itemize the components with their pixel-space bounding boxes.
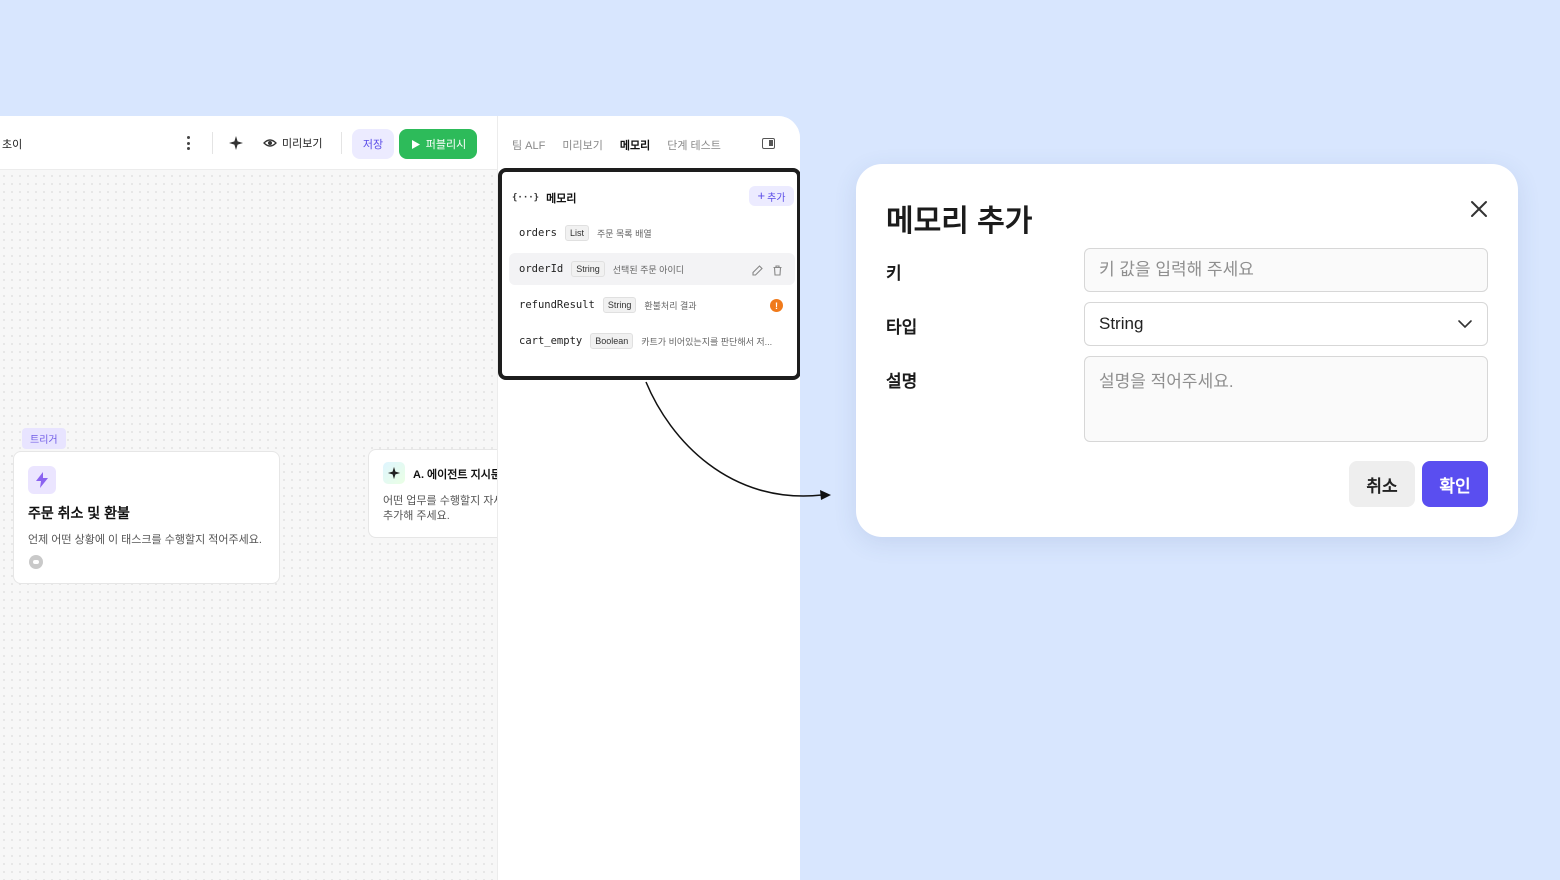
panel-tabs: 팀 ALF 미리보기 메모리 단계 테스트 [512,137,721,153]
memory-type-badge: String [571,261,605,277]
memory-header-label: 메모리 [546,193,577,205]
cancel-button[interactable]: 취소 [1349,461,1415,507]
memory-type-badge: Boolean [590,333,634,349]
key-label: 키 [886,264,902,283]
agent-card-description: 어떤 업무를 수행할지 자세히 추가해 주세요. [383,495,497,522]
workflow-title: 초이 [2,139,23,151]
chevron-down-icon [1458,320,1472,329]
memory-description: 환불처리 결과 [644,300,697,311]
dialog-title: 메모리 추가 [886,205,1033,238]
memory-row-actions [752,263,783,276]
warning-icon[interactable]: ! [770,299,783,312]
publish-button[interactable]: 퍼블리시 [399,129,477,159]
lightning-icon [28,466,56,494]
plus-icon: + [757,188,766,203]
trigger-card-description: 언제 어떤 상황에 이 태스크를 수행할지 적어주세요. [28,534,262,546]
play-icon [411,139,420,149]
memory-type-badge: List [564,225,589,241]
tab-step-test[interactable]: 단계 테스트 [667,137,721,153]
trash-icon[interactable] [772,263,783,276]
variable-icon: {···} [512,193,540,203]
tab-memory[interactable]: 메모리 [620,137,650,153]
preview-label: 미리보기 [282,138,323,150]
key-input[interactable] [1084,248,1488,292]
description-label: 설명 [886,372,918,391]
memory-item[interactable]: orderId String 선택된 주문 아이디 [509,253,795,285]
edit-icon[interactable] [752,263,763,276]
type-label: 타입 [886,318,918,337]
memory-item[interactable]: cart_empty Boolean 카트가 비어있는지를 판단해서 저... [509,325,795,357]
side-panel: 팀 ALF 미리보기 메모리 단계 테스트 {···} 메모리 + 추가 ord… [497,116,800,880]
type-selected-value: String [1099,314,1144,333]
trigger-card[interactable]: 주문 취소 및 환불 언제 어떤 상황에 이 태스크를 수행할지 적어주세요. [13,451,280,584]
agent-card[interactable]: A. 에이전트 지시문 어떤 업무를 수행할지 자세히 추가해 주세요. [368,449,497,538]
memory-item[interactable]: orders List 주문 목록 배열 [509,217,795,249]
memory-key: cart_empty [519,335,583,347]
sparkle-icon[interactable] [228,135,244,151]
close-icon[interactable] [1468,198,1490,220]
memory-list-card: {···} 메모리 + 추가 orders List 주문 목록 배열 orde… [498,168,800,380]
description-textarea[interactable] [1084,356,1488,442]
eye-icon [263,139,277,147]
memory-item[interactable]: refundResult String 환불처리 결과 ! [509,289,795,321]
tab-preview[interactable]: 미리보기 [562,137,602,153]
editor-toolbar: 초이 미리보기 저장 퍼블리시 [0,116,497,170]
editor-window: 초이 미리보기 저장 퍼블리시 트리거 주문 취소 및 환불 언제 어떤 상황에… [0,116,800,880]
save-button[interactable]: 저장 [352,129,394,159]
more-vertical-icon[interactable] [182,134,194,152]
memory-header: {···} 메모리 [512,190,576,206]
chat-icon [29,555,43,569]
add-memory-dialog: 메모리 추가 키 타입 String 설명 취소 확인 [856,164,1518,537]
memory-description: 카트가 비어있는지를 판단해서 저... [641,336,773,347]
sparkle-icon [383,462,405,484]
memory-key: orders [519,227,557,239]
tab-team-alf[interactable]: 팀 ALF [512,137,545,153]
trigger-card-title: 주문 취소 및 환불 [28,505,130,521]
memory-key: orderId [519,263,564,275]
agent-card-title: A. 에이전트 지시문 [413,469,497,481]
flow-canvas[interactable]: 초이 미리보기 저장 퍼블리시 트리거 주문 취소 및 환불 언제 어떤 상황에… [0,116,497,880]
memory-type-badge: String [602,297,637,313]
toolbar-divider [341,132,342,154]
toolbar-divider [212,132,213,154]
publish-label: 퍼블리시 [425,139,467,151]
preview-button[interactable]: 미리보기 [263,134,322,152]
add-memory-button[interactable]: + 추가 [749,186,794,206]
add-memory-label: 추가 [767,192,786,204]
panel-toggle-icon[interactable] [762,138,775,149]
trigger-tag: 트리거 [22,428,66,449]
confirm-button[interactable]: 확인 [1422,461,1488,507]
memory-description: 선택된 주문 아이디 [612,264,685,275]
type-select[interactable]: String [1084,302,1488,346]
memory-description: 주문 목록 배열 [596,228,652,239]
memory-key: refundResult [519,299,595,311]
